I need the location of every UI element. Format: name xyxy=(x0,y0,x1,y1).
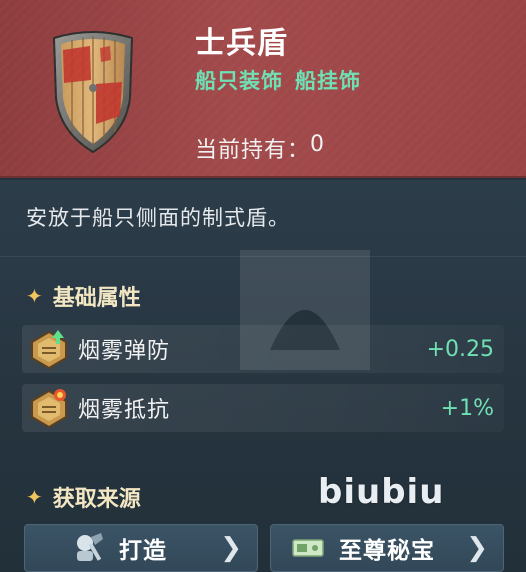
craft-button[interactable]: 打造 ❯ xyxy=(24,524,258,572)
owned-label: 当前持有： xyxy=(195,138,311,163)
base-attributes-title: ✦ 基础属性 xyxy=(26,280,141,312)
sparkle-icon: ✦ xyxy=(26,485,43,509)
section-title-text: 基础属性 xyxy=(52,286,141,311)
ticket-icon xyxy=(292,539,324,557)
chevron-right-icon: ❯ xyxy=(466,533,489,563)
item-tag: 船挂饰 xyxy=(295,69,361,93)
owned-count: 当前持有： 0 xyxy=(195,132,325,164)
attribute-row: 烟雾弹防 +0.25 xyxy=(22,325,504,373)
owned-value: 0 xyxy=(310,132,326,157)
button-label: 至尊秘宝 xyxy=(339,538,435,564)
smoke-defense-icon xyxy=(31,330,67,370)
crafting-icon xyxy=(77,533,103,561)
acquire-source-title: ✦ 获取来源 xyxy=(26,481,141,513)
attribute-value: +1% xyxy=(440,395,494,421)
button-label: 打造 xyxy=(119,538,167,564)
chevron-right-icon: ❯ xyxy=(220,533,243,563)
smoke-resist-icon xyxy=(31,389,67,429)
attribute-value: +0.25 xyxy=(426,336,494,362)
supreme-treasure-button[interactable]: 至尊秘宝 ❯ xyxy=(270,524,504,572)
item-tags: 船只装饰 船挂饰 xyxy=(195,65,361,95)
item-tag: 船只装饰 xyxy=(195,69,283,93)
item-name: 士兵盾 xyxy=(195,26,288,61)
watermark-logo: biubiu xyxy=(318,472,445,512)
attribute-label: 烟雾弹防 xyxy=(78,339,171,364)
section-title-text: 获取来源 xyxy=(52,487,141,512)
item-header: 士兵盾 船只装饰 船挂饰 当前持有： 0 xyxy=(0,0,526,178)
divider xyxy=(0,256,526,257)
attribute-row: 烟雾抵抗 +1% xyxy=(22,384,504,432)
attribute-label: 烟雾抵抗 xyxy=(78,398,171,423)
wooden-shield-icon xyxy=(52,31,134,154)
sparkle-icon: ✦ xyxy=(26,284,43,308)
item-description: 安放于船只侧面的制式盾。 xyxy=(26,206,290,230)
